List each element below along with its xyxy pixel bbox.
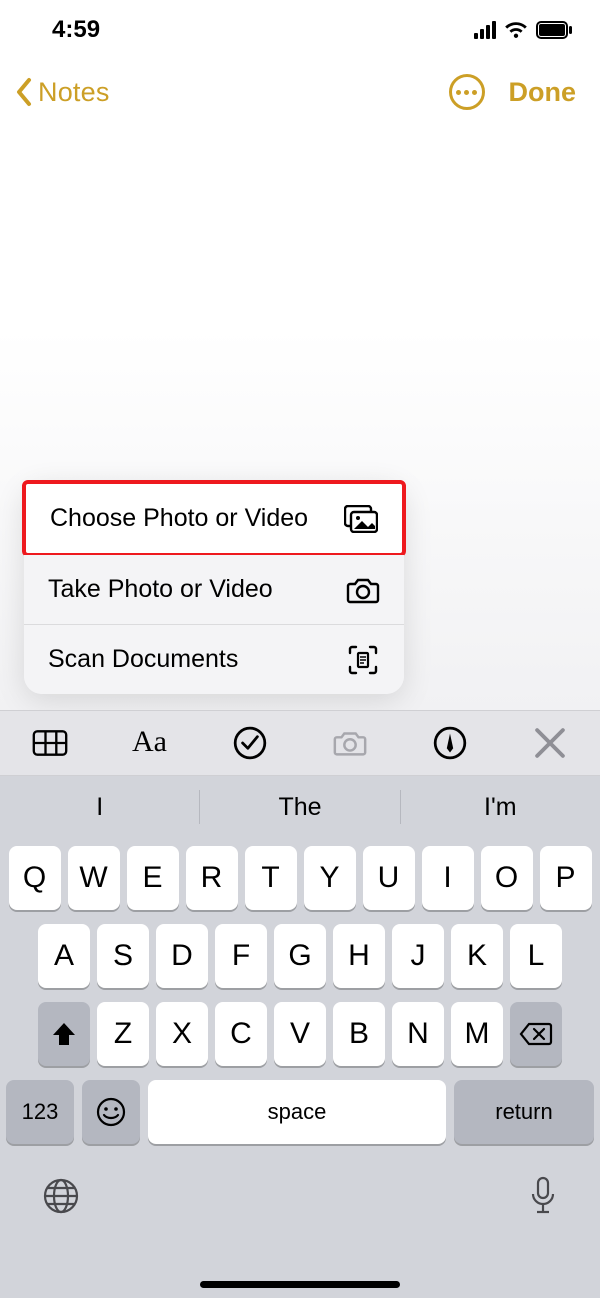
key-t[interactable]: T [245,846,297,910]
menu-item-label: Scan Documents [48,645,238,674]
back-button[interactable]: Notes [14,77,110,108]
menu-item-label: Take Photo or Video [48,575,273,604]
key-x[interactable]: X [156,1002,208,1066]
markup-button[interactable] [400,711,500,775]
insert-menu: Choose Photo or Video Take Photo or Vide… [24,482,404,694]
doc-scan-icon [346,646,380,674]
globe-button[interactable] [42,1177,80,1220]
camera-button[interactable] [300,711,400,775]
mic-icon [528,1176,558,1216]
wifi-icon [504,20,528,40]
key-i[interactable]: I [422,846,474,910]
key-c[interactable]: C [215,1002,267,1066]
checklist-button[interactable] [200,711,300,775]
keyboard: Q W E R T Y U I O P A S D F G H J K L Z … [0,838,600,1298]
key-backspace[interactable] [510,1002,562,1066]
dictation-button[interactable] [528,1176,558,1221]
key-o[interactable]: O [481,846,533,910]
menu-scan-documents[interactable]: Scan Documents [24,625,404,694]
cellular-icon [474,21,496,39]
status-bar: 4:59 [0,0,600,60]
prediction-bar: I The I'm [0,776,600,838]
key-return[interactable]: return [454,1080,594,1144]
format-toolbar: Aa [0,710,600,776]
key-row-4: 123 space return [6,1080,594,1144]
home-indicator[interactable] [200,1281,400,1288]
key-space[interactable]: space [148,1080,446,1144]
key-k[interactable]: K [451,924,503,988]
key-j[interactable]: J [392,924,444,988]
key-n[interactable]: N [392,1002,444,1066]
key-l[interactable]: L [510,924,562,988]
key-f[interactable]: F [215,924,267,988]
key-h[interactable]: H [333,924,385,988]
camera-icon [332,725,368,761]
nav-bar: Notes Done [0,60,600,124]
key-emoji[interactable] [82,1080,140,1144]
more-button[interactable] [449,74,485,110]
key-q[interactable]: Q [9,846,61,910]
table-icon [32,725,68,761]
back-label: Notes [38,77,110,108]
checkmark-circle-icon [232,725,268,761]
keyboard-bottom-row [6,1158,594,1221]
key-a[interactable]: A [38,924,90,988]
key-row-3: Z X C V B N M [6,1002,594,1066]
key-r[interactable]: R [186,846,238,910]
status-time: 4:59 [52,16,100,44]
backspace-icon [519,1022,553,1046]
camera-icon [346,576,380,604]
key-row-2: A S D F G H J K L [6,924,594,988]
pen-circle-icon [432,725,468,761]
shift-icon [51,1021,77,1047]
close-toolbar-button[interactable] [500,711,600,775]
battery-icon [536,21,572,39]
key-m[interactable]: M [451,1002,503,1066]
menu-choose-photo[interactable]: Choose Photo or Video [22,480,406,557]
key-u[interactable]: U [363,846,415,910]
status-indicators [474,20,572,40]
key-e[interactable]: E [127,846,179,910]
text-format-button[interactable]: Aa [100,711,200,775]
key-p[interactable]: P [540,846,592,910]
text-format-icon: Aa [132,725,168,761]
key-z[interactable]: Z [97,1002,149,1066]
key-g[interactable]: G [274,924,326,988]
key-y[interactable]: Y [304,846,356,910]
key-v[interactable]: V [274,1002,326,1066]
key-d[interactable]: D [156,924,208,988]
key-shift[interactable] [38,1002,90,1066]
prediction-3[interactable]: I'm [401,793,600,822]
chevron-left-icon [14,77,34,107]
table-button[interactable] [0,711,100,775]
prediction-1[interactable]: I [0,793,199,822]
globe-icon [42,1177,80,1215]
prediction-2[interactable]: The [200,793,399,822]
close-icon [532,725,568,761]
key-s[interactable]: S [97,924,149,988]
emoji-icon [95,1096,127,1128]
key-b[interactable]: B [333,1002,385,1066]
key-numbers[interactable]: 123 [6,1080,74,1144]
photo-stack-icon [344,505,378,533]
key-w[interactable]: W [68,846,120,910]
menu-item-label: Choose Photo or Video [50,504,308,533]
menu-take-photo[interactable]: Take Photo or Video [24,555,404,625]
key-row-1: Q W E R T Y U I O P [6,846,594,910]
done-button[interactable]: Done [509,77,577,108]
